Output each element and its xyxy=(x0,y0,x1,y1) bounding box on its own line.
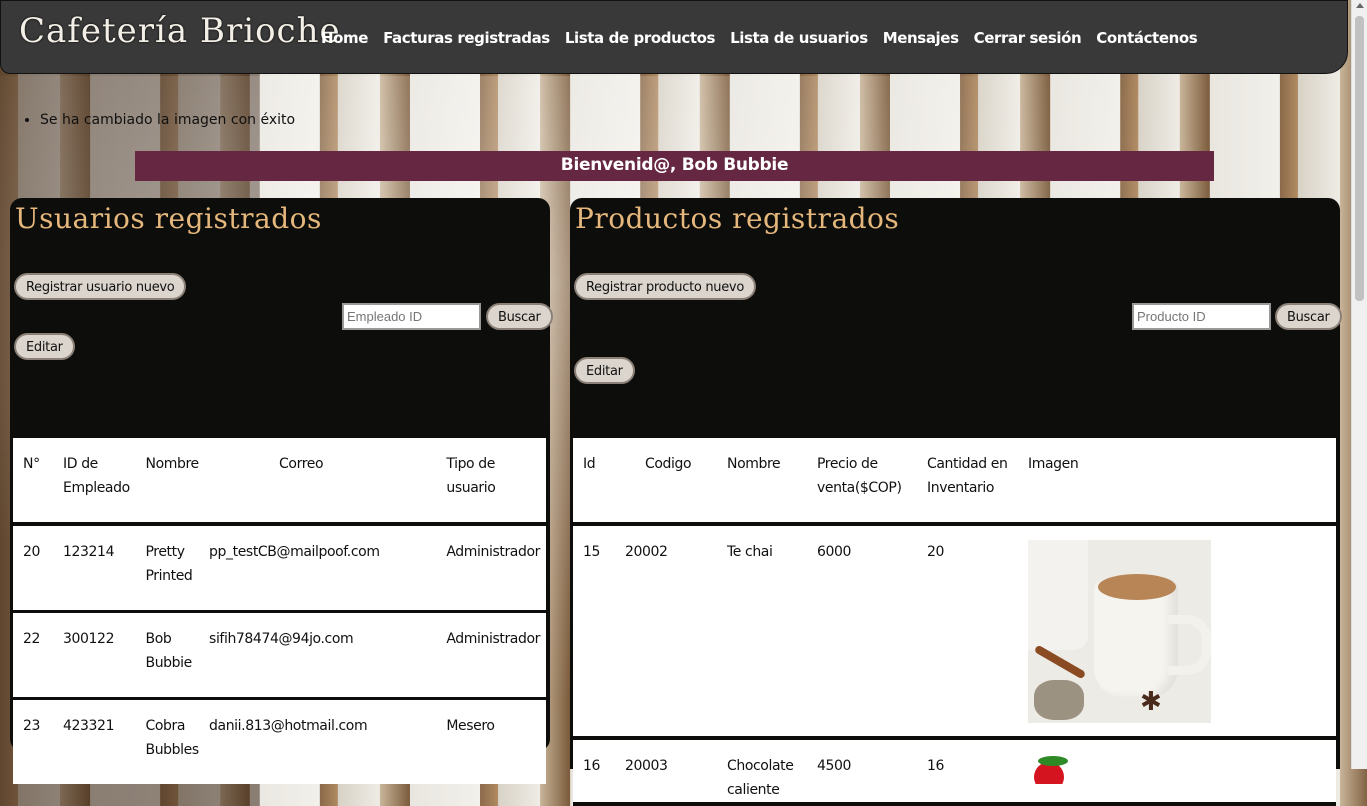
nav-facturas[interactable]: Facturas registradas xyxy=(383,29,550,47)
table-header-row: Id Codigo Nombre Precio de venta($COP) C… xyxy=(573,436,1336,524)
cell-image xyxy=(1018,738,1336,804)
users-title: Usuarios registrados xyxy=(15,202,322,235)
column-header: N° xyxy=(23,456,40,472)
nav-usuarios[interactable]: Lista de usuarios xyxy=(730,29,868,47)
cell-n: 22 xyxy=(23,631,41,647)
cell-employee-id: 300122 xyxy=(63,631,115,647)
flash-messages: Se ha cambiado la imagen con éxito xyxy=(22,112,295,128)
products-search-button[interactable]: Buscar xyxy=(1275,303,1342,330)
cell-code: 20002 xyxy=(625,544,668,560)
nav-contactenos[interactable]: Contáctenos xyxy=(1096,29,1197,47)
brand-logo[interactable]: Cafetería Brioche xyxy=(19,11,341,51)
cell-user-type: Administrador xyxy=(446,544,540,560)
column-header: ID de Empleado xyxy=(63,456,130,496)
welcome-banner: Bienvenid@, Bob Bubbie xyxy=(135,151,1214,181)
cell-employee-id: 423321 xyxy=(63,718,115,734)
cell-price: 6000 xyxy=(817,544,852,560)
register-user-button[interactable]: Registrar usuario nuevo xyxy=(14,273,187,300)
cell-id: 15 xyxy=(583,544,601,560)
register-product-button[interactable]: Registrar producto nuevo xyxy=(574,273,756,300)
column-header: Cantidad en Inventario xyxy=(927,456,1008,496)
cell-id: 16 xyxy=(583,758,601,774)
top-navbar: Cafetería Brioche Home Facturas registra… xyxy=(0,0,1348,74)
cell-quantity: 20 xyxy=(927,544,945,560)
cell-n: 20 xyxy=(23,544,41,560)
users-edit-button[interactable]: Editar xyxy=(14,333,75,360)
table-row: 20 123214 Pretty Printed pp_testCB@mailp… xyxy=(13,524,546,612)
products-title: Productos registrados xyxy=(575,202,900,235)
cell-code: 20003 xyxy=(625,758,668,774)
users-table: N° ID de Empleado Nombre Correo Tipo de … xyxy=(13,435,546,784)
cell-email: pp_testCB@mailpoof.com xyxy=(209,544,380,560)
column-header: Codigo xyxy=(645,456,692,472)
users-search-button[interactable]: Buscar xyxy=(486,303,553,330)
cell-price: 4500 xyxy=(817,758,852,774)
products-edit-button[interactable]: Editar xyxy=(574,357,635,384)
cell-image: ✱ xyxy=(1018,524,1336,738)
main-nav: Home Facturas registradas Lista de produ… xyxy=(321,29,1198,47)
cell-name: Cobra Bubbles xyxy=(145,718,200,758)
column-header: Nombre xyxy=(727,456,781,472)
scrollbar-thumb[interactable] xyxy=(1355,16,1364,301)
column-header: Nombre xyxy=(145,456,200,472)
column-header: Precio de venta($COP) xyxy=(817,456,902,496)
table-row: 22 300122 Bob Bubbie sifih78474@94jo.com… xyxy=(13,612,546,699)
cell-name: Bob Bubbie xyxy=(145,631,193,671)
cell-name: Te chai xyxy=(727,544,773,560)
nav-productos[interactable]: Lista de productos xyxy=(565,29,716,47)
products-table: Id Codigo Nombre Precio de venta($COP) C… xyxy=(573,435,1336,806)
users-panel: Usuarios registrados Registrar usuario n… xyxy=(10,198,553,784)
cell-email: danii.813@hotmail.com xyxy=(209,718,368,734)
cell-employee-id: 123214 xyxy=(63,544,115,560)
cell-n: 23 xyxy=(23,718,41,734)
column-header: Imagen xyxy=(1028,456,1079,472)
cell-quantity: 16 xyxy=(927,758,945,774)
cell-user-type: Administrador xyxy=(446,631,540,647)
cell-email: sifih78474@94jo.com xyxy=(209,631,354,647)
column-header: Correo xyxy=(279,456,324,472)
chai-latte-image: ✱ xyxy=(1028,540,1211,723)
nav-home[interactable]: Home xyxy=(321,29,368,47)
products-panel: Productos registrados Registrar producto… xyxy=(570,198,1342,806)
column-header: Tipo de usuario xyxy=(446,456,496,496)
product-id-search-input[interactable] xyxy=(1132,303,1271,330)
page-scrollbar[interactable] xyxy=(1351,0,1367,769)
table-row: 23 423321 Cobra Bubbles danii.813@hotmai… xyxy=(13,699,546,785)
cell-user-type: Mesero xyxy=(446,718,495,734)
scroll-up-arrow-icon[interactable] xyxy=(1356,3,1364,8)
cell-name: Chocolate caliente xyxy=(727,758,794,798)
flash-message: Se ha cambiado la imagen con éxito xyxy=(40,112,295,128)
column-header: Id xyxy=(583,456,596,472)
cell-name: Pretty Printed xyxy=(145,544,193,584)
table-row: 16 20003 Chocolate caliente 4500 16 xyxy=(573,738,1336,804)
table-header-row: N° ID de Empleado Nombre Correo Tipo de … xyxy=(13,436,546,524)
table-row: 15 20002 Te chai 6000 20 ✱ xyxy=(573,524,1336,738)
employee-id-search-input[interactable] xyxy=(342,303,481,330)
strawberry-image xyxy=(1028,754,1072,784)
nav-mensajes[interactable]: Mensajes xyxy=(883,29,959,47)
nav-cerrar-sesion[interactable]: Cerrar sesión xyxy=(974,29,1082,47)
